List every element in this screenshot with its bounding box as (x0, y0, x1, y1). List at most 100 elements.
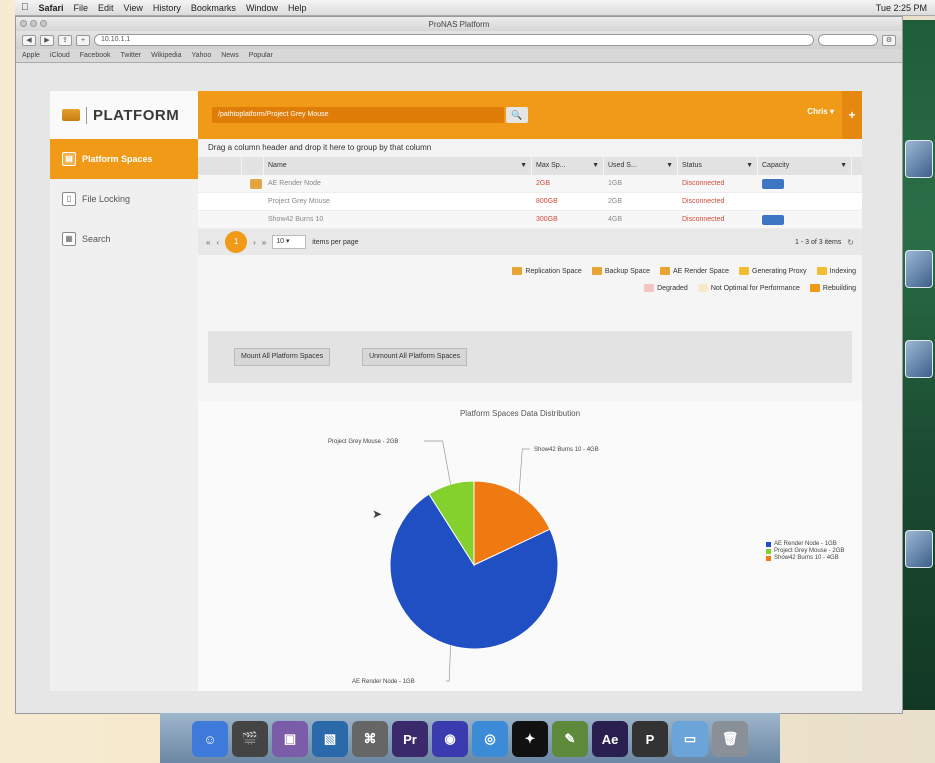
search-field[interactable] (818, 34, 878, 46)
zoom-window-button[interactable] (40, 20, 47, 27)
column-header-max-space[interactable]: Max Sp... ▼ (532, 157, 604, 175)
trash-icon[interactable]: 🗑 (712, 721, 748, 757)
sidebar-item-label: Search (82, 234, 111, 244)
photos-icon[interactable]: ▣ (272, 721, 308, 757)
last-page-button[interactable]: » (262, 238, 266, 247)
bookmark-link[interactable]: Popular (249, 52, 273, 59)
path-breadcrumb[interactable]: /pathtoplatform/Project Grey Mouse (212, 107, 504, 123)
filter-icon[interactable]: ▼ (592, 157, 603, 175)
motion-icon[interactable]: ✦ (512, 721, 548, 757)
table-row[interactable]: Show42 Burns 10 300GB 4GB Disconnected (198, 211, 862, 229)
filter-icon[interactable]: ▼ (746, 157, 757, 175)
bookmark-link[interactable]: News (221, 52, 239, 59)
cell-used-space: 2GB (608, 198, 623, 205)
desktop-icon[interactable] (905, 140, 933, 178)
refresh-icon[interactable]: ↻ (847, 238, 854, 247)
unmount-all-button[interactable]: Unmount All Platform Spaces (362, 348, 468, 366)
desktop-icon[interactable] (905, 250, 933, 288)
menu-item[interactable]: Edit (98, 3, 114, 13)
first-page-button[interactable]: « (206, 238, 210, 247)
bookmark-link[interactable]: Facebook (80, 52, 111, 59)
add-button[interactable]: + (76, 34, 90, 46)
chart-legend-label: AE Render Node - 1GB (774, 541, 837, 547)
address-bar[interactable]: 10.10.1.1 (94, 34, 814, 46)
finder-icon[interactable]: ☺ (192, 721, 228, 757)
filter-icon[interactable]: ▼ (666, 157, 677, 175)
minimize-window-button[interactable] (30, 20, 37, 27)
menu-item[interactable]: Window (246, 3, 278, 13)
apple-menu-icon[interactable]:  (21, 2, 29, 13)
legend-item: Rebuilding (809, 284, 856, 292)
screenshot-icon[interactable]: ⌘ (352, 721, 388, 757)
column-header-used-space[interactable]: Used S... ▼ (604, 157, 678, 175)
folder-icon[interactable]: ▭ (672, 721, 708, 757)
mount-all-button[interactable]: Mount All Platform Spaces (234, 348, 331, 366)
group-drop-zone[interactable]: Drag a column header and drop it here to… (198, 139, 862, 157)
chart-legend-label: Show42 Burns 10 - 4GB (774, 555, 839, 561)
table-row[interactable]: AE Render Node 2GB 1GB Disconnected (198, 175, 862, 193)
page-size-select[interactable]: 10 ▾ (272, 235, 307, 249)
column-header-name[interactable]: Name ▼ (264, 157, 532, 175)
desktop-icon[interactable] (905, 340, 933, 378)
spaces-icon: ▤ (62, 152, 76, 166)
column-header-status[interactable]: Status ▼ (678, 157, 758, 175)
legend-swatch (591, 267, 602, 275)
close-window-button[interactable] (20, 20, 27, 27)
sidebar-item-file-locking[interactable]: ▯ File Locking (50, 179, 198, 219)
filter-icon[interactable]: ▼ (840, 157, 851, 175)
share-button[interactable]: ⇪ (58, 34, 72, 46)
desktop-icon[interactable] (905, 530, 933, 568)
legend-swatch (809, 284, 820, 292)
back-button[interactable]: ◀ (22, 34, 36, 46)
premiere-icon[interactable]: Pr (392, 721, 428, 757)
clapper-icon[interactable]: 🎬 (232, 721, 268, 757)
chart-legend-swatch (766, 548, 771, 554)
column-header-capacity[interactable]: Capacity ▼ (758, 157, 852, 175)
bookmark-link[interactable]: iCloud (50, 52, 70, 59)
user-menu[interactable]: Chris ▾ (807, 107, 834, 116)
menu-item[interactable]: Help (288, 3, 307, 13)
app-p-icon[interactable]: P (632, 721, 668, 757)
user-name: Chris (807, 107, 828, 116)
column-header[interactable] (242, 157, 264, 175)
cell-used-space: 1GB (608, 180, 623, 187)
sidebar-item-platform-spaces[interactable]: ▤ Platform Spaces (50, 139, 198, 179)
current-page[interactable]: 1 (225, 231, 248, 253)
chart-legend-item[interactable]: Project Grey Mouse - 2GB (766, 548, 844, 554)
table-row[interactable]: Project Grey Mouse 800GB 2GB Disconnecte… (198, 193, 862, 211)
settings-icon[interactable]: ⚙ (882, 34, 896, 46)
legend-label: Not Optimal for Performance (710, 284, 800, 292)
filter-icon[interactable]: ▼ (520, 157, 531, 175)
menu-item[interactable]: Bookmarks (191, 3, 236, 13)
after-effects-icon[interactable]: Ae (592, 721, 628, 757)
safari-icon[interactable]: ◎ (472, 721, 508, 757)
chart-legend-item[interactable]: AE Render Node - 1GB (766, 541, 844, 547)
sidebar-item-search[interactable]: ▦ Search (50, 219, 198, 259)
chart-legend-item[interactable]: Show42 Burns 10 - 4GB (766, 555, 844, 561)
grid-body: AE Render Node 2GB 1GB Disconnected Proj… (198, 175, 862, 229)
bookmark-link[interactable]: Apple (22, 52, 40, 59)
bookmark-link[interactable]: Twitter (121, 52, 142, 59)
sidebar: PLATFORM ▤ Platform Spaces ▯ File Lockin… (50, 91, 198, 691)
next-page-button[interactable]: › (253, 238, 256, 247)
add-button[interactable]: + (842, 91, 862, 139)
legend-swatch (697, 284, 708, 292)
menu-item[interactable]: View (124, 3, 143, 13)
legend-item: Generating Proxy (739, 267, 807, 275)
search-button[interactable]: 🔍 (506, 107, 528, 123)
dvd-icon[interactable]: ◉ (432, 721, 468, 757)
lock-icon: ▯ (62, 192, 76, 206)
clock[interactable]: Tue 2:25 PM (876, 3, 927, 13)
migration-icon[interactable]: ✎ (552, 721, 588, 757)
menu-item[interactable]: History (153, 3, 181, 13)
forward-button[interactable]: ▶ (40, 34, 54, 46)
legend-item: Indexing (816, 267, 856, 275)
preview-icon[interactable]: ▧ (312, 721, 348, 757)
column-header[interactable] (198, 157, 242, 175)
menu-item[interactable]: File (74, 3, 89, 13)
prev-page-button[interactable]: ‹ (216, 238, 219, 247)
leader-line (424, 440, 451, 485)
bookmark-link[interactable]: Yahoo (192, 52, 212, 59)
bookmark-link[interactable]: Wikipedia (151, 52, 181, 59)
menu-item[interactable]: Safari (39, 3, 64, 13)
